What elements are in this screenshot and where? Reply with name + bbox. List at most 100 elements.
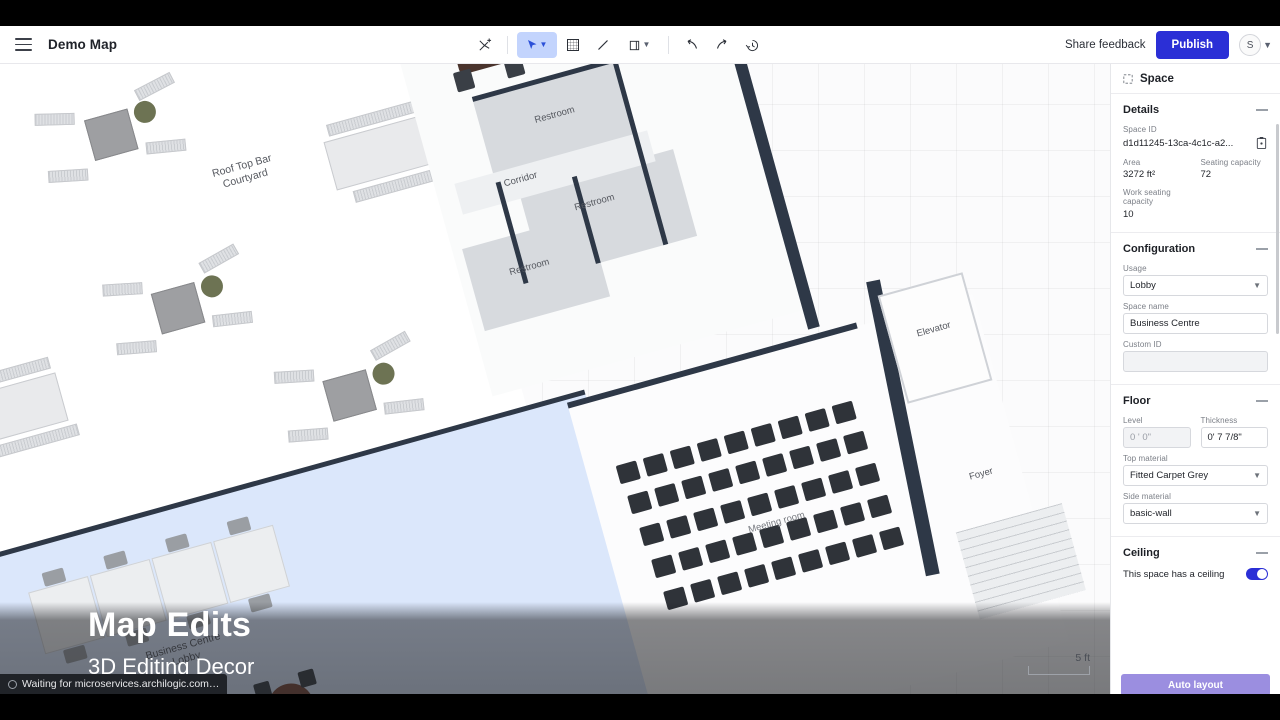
section-floor: Floor Level 0 ' 0" Thickness 0' 7 7/8" T…	[1111, 385, 1280, 537]
space-name-input[interactable]: Business Centre	[1123, 313, 1268, 334]
space-id-label: Space ID	[1123, 125, 1157, 134]
panel-header: Space	[1111, 64, 1280, 94]
publish-button[interactable]: Publish	[1155, 31, 1230, 59]
bench	[273, 369, 315, 384]
section-floor-header: Floor	[1123, 395, 1268, 407]
overlay-title: Map Edits	[88, 606, 252, 644]
seating-capacity-label: Seating capacity	[1200, 158, 1261, 167]
section-ceiling-title: Ceiling	[1123, 547, 1160, 559]
area-label: Area	[1123, 158, 1141, 167]
toolbar: ▼ ▼	[470, 26, 766, 64]
bench	[34, 112, 75, 126]
section-details-header: Details	[1123, 104, 1268, 116]
toggle-knob	[1257, 569, 1267, 579]
history-icon[interactable]	[738, 32, 766, 58]
level-label: Level	[1123, 416, 1143, 425]
toolbar-divider-2	[668, 36, 669, 54]
section-details-title: Details	[1123, 104, 1160, 116]
door-tool-icon[interactable]: ▼	[619, 32, 659, 58]
bench	[47, 168, 89, 183]
section-details: Details Space ID d1d11245-13ca-4c1c-a2..…	[1111, 94, 1280, 233]
collapse-floor-icon[interactable]	[1256, 400, 1268, 402]
collapse-configuration-icon[interactable]	[1256, 248, 1268, 250]
bench	[102, 282, 143, 297]
top-bar: Demo Map ▼ ▼ Share feedback Publish S ▼	[0, 26, 1280, 64]
top-material-value: Fitted Carpet Grey	[1130, 470, 1209, 481]
undo-icon[interactable]	[678, 32, 706, 58]
collapse-details-icon[interactable]	[1256, 109, 1268, 111]
top-material-label: Top material	[1123, 454, 1168, 463]
toolbar-divider-1	[507, 36, 508, 54]
loading-icon	[8, 679, 17, 689]
space-id-row: d1d11245-13ca-4c1c-a2...	[1123, 136, 1268, 150]
panel-scroll-area[interactable]: Details Space ID d1d11245-13ca-4c1c-a2..…	[1111, 94, 1280, 694]
map-canvas[interactable]: Roof Top Bar Courtyard Roof Top Bar Cour…	[0, 64, 1110, 694]
usage-select[interactable]: Lobby ▼	[1123, 275, 1268, 296]
space-tool-icon[interactable]	[559, 32, 587, 58]
section-floor-title: Floor	[1123, 395, 1151, 407]
panel-scrollbar[interactable]	[1276, 124, 1279, 334]
seating-capacity-value: 72	[1200, 169, 1212, 180]
top-bar-right: Share feedback Publish S ▼	[1065, 26, 1272, 64]
hamburger-icon[interactable]	[8, 30, 38, 60]
chevron-down-icon: ▼	[1253, 509, 1261, 518]
scale-bar-line	[1028, 666, 1090, 675]
level-thickness-row: Level 0 ' 0" Thickness 0' 7 7/8"	[1123, 416, 1268, 448]
status-bar-text: Waiting for microservices.archilogic.com…	[22, 678, 220, 690]
work-seating-value: 10	[1123, 209, 1134, 220]
area-field: Area 3272 ft²	[1123, 158, 1191, 180]
chevron-down-icon[interactable]: ▼	[540, 41, 548, 49]
section-configuration: Configuration Usage Lobby ▼ Space name B…	[1111, 233, 1280, 385]
usage-label: Usage	[1123, 264, 1147, 273]
letterbox-top	[0, 0, 1280, 26]
area-seating-row: Area 3272 ft² Seating capacity 72	[1123, 158, 1268, 180]
account-menu[interactable]: S ▼	[1239, 34, 1272, 56]
page-title: Demo Map	[48, 37, 118, 52]
space-name-value: Business Centre	[1130, 318, 1200, 329]
panel-title: Space	[1140, 72, 1174, 85]
thickness-input[interactable]: 0' 7 7/8"	[1200, 427, 1268, 448]
level-input[interactable]: 0 ' 0"	[1123, 427, 1191, 448]
work-seating-label: Work seating capacity	[1123, 188, 1171, 206]
level-value: 0 ' 0"	[1130, 432, 1152, 443]
side-material-label: Side material	[1123, 492, 1171, 501]
app-window: Demo Map ▼ ▼ Share feedback Publish S ▼ …	[0, 26, 1280, 694]
wall-tool-icon[interactable]	[589, 32, 617, 58]
section-configuration-header: Configuration	[1123, 243, 1268, 255]
space-icon	[1123, 73, 1133, 84]
add-asset-icon[interactable]	[470, 32, 498, 58]
status-bar: Waiting for microservices.archilogic.com…	[0, 674, 228, 694]
ceiling-toggle-label: This space has a ceiling	[1123, 568, 1225, 580]
thickness-label: Thickness	[1200, 416, 1238, 425]
custom-id-input[interactable]	[1123, 351, 1268, 372]
floorplan: Roof Top Bar Courtyard Roof Top Bar Cour…	[0, 64, 1110, 694]
collapse-ceiling-icon[interactable]	[1256, 552, 1268, 554]
clipboard-icon[interactable]	[1255, 136, 1268, 150]
top-material-select[interactable]: Fitted Carpet Grey ▼	[1123, 465, 1268, 486]
usage-value: Lobby	[1130, 280, 1156, 291]
space-name-label: Space name	[1123, 302, 1169, 311]
seating-capacity-field: Seating capacity 72	[1201, 158, 1269, 180]
chevron-down-icon: ▼	[1253, 281, 1261, 290]
section-ceiling-header: Ceiling	[1123, 547, 1268, 559]
side-material-select[interactable]: basic-wall ▼	[1123, 503, 1268, 524]
chevron-down-icon[interactable]: ▼	[1263, 40, 1272, 50]
letterbox-bottom	[0, 694, 1280, 720]
area-value: 3272 ft²	[1123, 169, 1156, 180]
redo-icon[interactable]	[708, 32, 736, 58]
section-ceiling: Ceiling This space has a ceiling	[1111, 537, 1280, 592]
space-properties-panel: Space Details Space ID d1d11245-13ca-4c1…	[1110, 64, 1280, 694]
thickness-field: Thickness 0' 7 7/8"	[1200, 416, 1268, 448]
side-material-value: basic-wall	[1130, 508, 1172, 519]
screenshot-root: Demo Map ▼ ▼ Share feedback Publish S ▼ …	[0, 0, 1280, 720]
auto-layout-button[interactable]: Auto layout	[1121, 674, 1270, 694]
share-feedback-button[interactable]: Share feedback	[1065, 39, 1146, 51]
ceiling-toggle[interactable]	[1246, 568, 1268, 580]
chevron-down-icon: ▼	[1253, 471, 1261, 480]
chevron-down-icon[interactable]: ▼	[643, 41, 651, 49]
ceiling-toggle-row: This space has a ceiling	[1123, 568, 1268, 580]
custom-id-label: Custom ID	[1123, 340, 1162, 349]
select-tool-icon[interactable]: ▼	[517, 32, 557, 58]
level-field: Level 0 ' 0"	[1123, 416, 1191, 448]
scale-bar: 5 ft	[1028, 652, 1090, 675]
